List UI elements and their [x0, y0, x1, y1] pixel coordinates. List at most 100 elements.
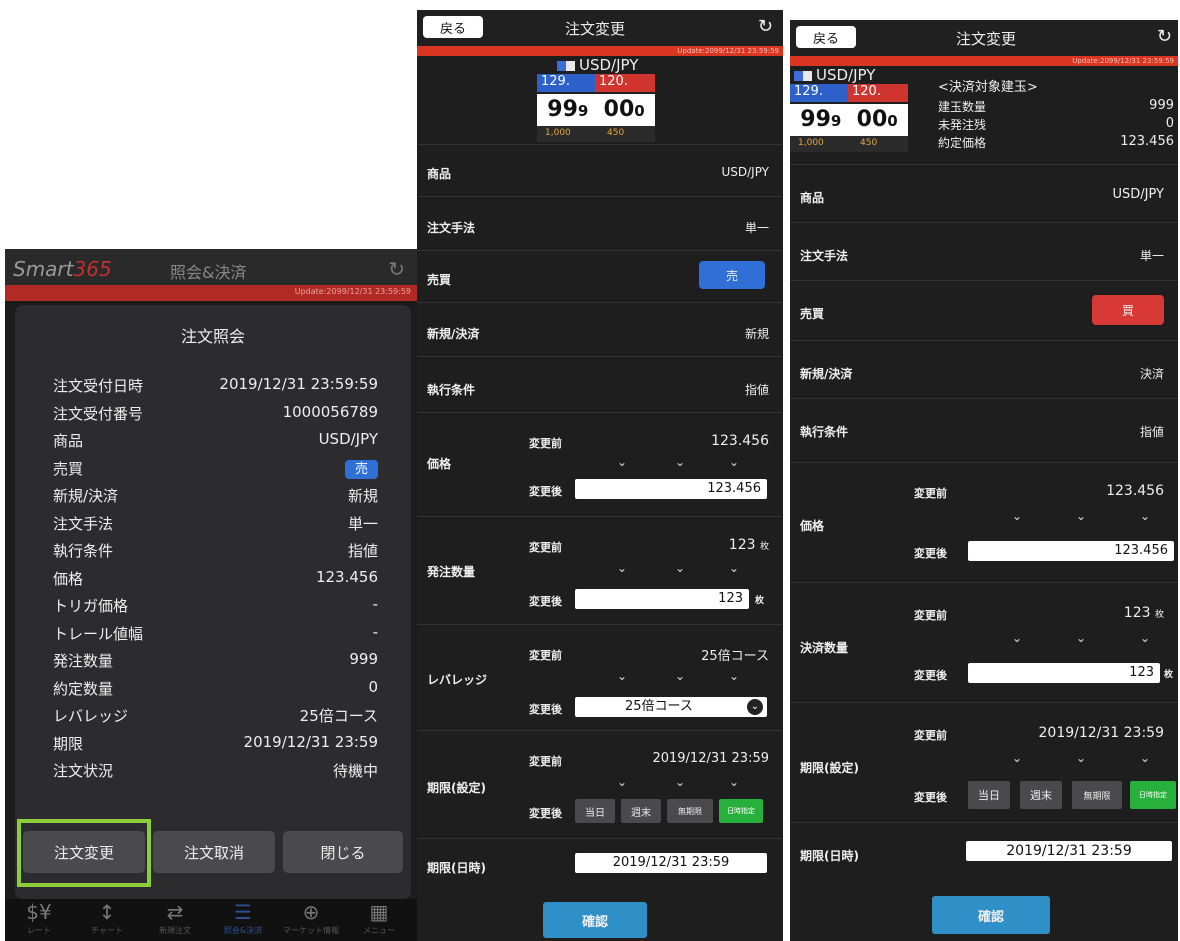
currency-icon: $¥: [26, 900, 52, 924]
expiry-datetime-input[interactable]: 2019/12/31 23:59: [966, 841, 1172, 861]
price-input[interactable]: 123.456: [968, 541, 1174, 561]
expiry-datetime-input[interactable]: 2019/12/31 23:59: [575, 853, 767, 873]
app-header: Smart365 照会&決済 ↻: [5, 249, 417, 285]
quote-panel[interactable]: USD/JPY 129. 120. 999 000 1,000 450: [790, 66, 908, 164]
inquiry-row-label: 注文状況: [53, 762, 114, 780]
side-row: 売買 売: [417, 250, 783, 302]
inquiry-row-label: 期限: [53, 734, 84, 753]
side-row: 売買 買: [790, 280, 1178, 340]
arrows-icon: ⇄: [166, 900, 184, 924]
price-input[interactable]: 123.456: [575, 479, 767, 499]
chevron-down-icon: ⌄: [617, 455, 628, 469]
chevron-down-icon: ⌄: [1140, 751, 1151, 765]
chevron-down-icon: ⌄: [1076, 631, 1087, 645]
currency-pair: USD/JPY: [579, 56, 639, 74]
inquiry-row-label: 発注数量: [53, 652, 114, 670]
inquiry-row-value: -: [372, 622, 378, 641]
back-button[interactable]: 戻る: [796, 26, 856, 48]
price-row: 価格 変更前 123.456 ⌄ ⌄ ⌄ 変更後 123.456: [417, 412, 783, 516]
inquiry-row: 注文状況 待機中: [53, 760, 378, 786]
expiry-datetime-row: 期限(日時) 2019/12/31 23:59: [417, 838, 783, 890]
inquiry-row-value: 単一: [347, 514, 378, 533]
expiry-weekend-button[interactable]: 週末: [621, 799, 661, 823]
inquiry-row-label: 新規/決済: [53, 487, 119, 505]
expiry-datetime-button[interactable]: 日時指定: [719, 799, 763, 823]
chevron-down-icon: ⌄: [1012, 751, 1023, 765]
chevron-down-icon: ⌄: [729, 669, 740, 683]
refresh-icon[interactable]: ↻: [758, 16, 773, 37]
condition-row: 執行条件 指値: [790, 398, 1178, 462]
product-row: 商品 USD/JPY: [790, 164, 1178, 222]
leverage-select[interactable]: 25倍コース ⌄: [575, 697, 767, 717]
inquiry-row-value: 999: [349, 650, 378, 668]
refresh-icon[interactable]: ↻: [388, 257, 405, 281]
expiry-none-button[interactable]: 無期限: [667, 799, 713, 823]
confirm-button[interactable]: 確認: [932, 896, 1050, 934]
inquiry-row-label: 売買: [53, 459, 84, 478]
tab-new-order[interactable]: ⇄ 新規注文: [141, 899, 209, 941]
inquiry-row-value: 待機中: [332, 762, 378, 780]
order-change-screen-new: 戻る 注文変更 ↻ Update:2099/12/31 23:59:59 USD…: [417, 10, 783, 941]
chevron-down-icon: ⌄: [1140, 509, 1151, 523]
inquiry-row-value: 123.456: [315, 567, 378, 586]
inquiry-row-label: 約定数量: [53, 679, 114, 698]
condition-row: 執行条件 指値: [417, 356, 783, 412]
refresh-icon[interactable]: ↻: [1157, 26, 1172, 47]
inquiry-row-label: 注文受付番号: [53, 404, 144, 423]
confirm-button[interactable]: 確認: [543, 902, 647, 938]
price-tail: 999 000: [537, 94, 655, 126]
close-button[interactable]: 閉じる: [283, 831, 403, 873]
inquiry-row: 執行条件 指値: [53, 540, 378, 566]
quantity-input[interactable]: 123: [575, 589, 749, 609]
order-change-button[interactable]: 注文変更: [23, 831, 145, 873]
method-row: 注文手法 単一: [417, 196, 783, 250]
inquiry-row: 注文受付番号 1000056789: [53, 403, 378, 429]
tab-market-info[interactable]: ⊕ マーケット情報: [277, 899, 345, 941]
chevron-down-icon: ⌄: [1076, 751, 1087, 765]
inquiry-row: レバレッジ 25倍コース: [53, 705, 378, 731]
inquiry-row-value: 1000056789: [282, 402, 378, 421]
order-inquiry-screen: Smart365 照会&決済 ↻ Update:2099/12/31 23:59…: [5, 249, 417, 941]
dialog-title: 注文照会: [180, 327, 245, 346]
inquiry-row: 商品 USD/JPY: [53, 430, 378, 456]
tab-chart[interactable]: ↕ チャート: [73, 899, 141, 941]
flag-icon: [794, 70, 812, 81]
expiry-datetime-row: 期限(日時) 2019/12/31 23:59: [790, 822, 1178, 884]
tab-rate[interactable]: $¥ レート: [5, 899, 73, 941]
inquiry-row-value: 指値: [347, 542, 378, 560]
chevron-down-icon: ⌄: [729, 455, 740, 469]
quantity-input[interactable]: 123: [968, 663, 1160, 683]
screen-title: 注文変更: [956, 30, 1017, 48]
inquiry-row-value: 2019/12/31 23:59: [243, 732, 378, 751]
tab-menu[interactable]: ▦ メニュー: [345, 899, 413, 941]
inquiry-row-label: トリガ価格: [53, 597, 129, 615]
expiry-datetime-button[interactable]: 日時指定: [1130, 781, 1176, 809]
chevron-down-icon: ⌄: [675, 561, 686, 575]
chevron-down-icon: ⌄: [747, 699, 763, 715]
inquiry-row: 約定数量 0: [53, 678, 378, 704]
chevron-down-icon: ⌄: [675, 775, 686, 789]
update-timestamp: Update:2099/12/31 23:59:59: [294, 287, 411, 296]
order-cancel-button[interactable]: 注文取消: [153, 831, 275, 873]
update-timestamp: Update:2099/12/31 23:59:59: [1072, 57, 1174, 65]
expiry-weekend-button[interactable]: 週末: [1020, 781, 1062, 809]
expiry-today-button[interactable]: 当日: [575, 799, 615, 823]
inquiry-row-value: 2019/12/31 23:59:59: [219, 375, 378, 393]
chevron-down-icon: ⌄: [675, 669, 686, 683]
inquiry-row-value: 0: [368, 677, 378, 696]
tab-inquiry[interactable]: ☰ 照会&決済: [209, 899, 277, 941]
ask-price-head: 120.: [848, 84, 908, 102]
back-button[interactable]: 戻る: [423, 16, 483, 38]
expiry-setting-row: 期限(設定) 変更前 2019/12/31 23:59 ⌄ ⌄ ⌄ 変更後 当日…: [790, 702, 1178, 822]
inquiry-row-value: -: [372, 595, 378, 613]
inquiry-row-value: USD/JPY: [318, 430, 378, 448]
expiry-none-button[interactable]: 無期限: [1072, 781, 1122, 809]
chart-icon: ↕: [98, 900, 116, 924]
database-icon: ☰: [234, 900, 252, 924]
quote-panel[interactable]: USD/JPY 129. 120. 999 000 1,000 450: [537, 56, 655, 154]
new-close-row: 新規/決済 新規: [417, 302, 783, 356]
new-close-row: 新規/決済 決済: [790, 340, 1178, 398]
chevron-down-icon: ⌄: [1140, 631, 1151, 645]
inquiry-row-label: 執行条件: [53, 542, 114, 560]
expiry-today-button[interactable]: 当日: [968, 781, 1010, 809]
